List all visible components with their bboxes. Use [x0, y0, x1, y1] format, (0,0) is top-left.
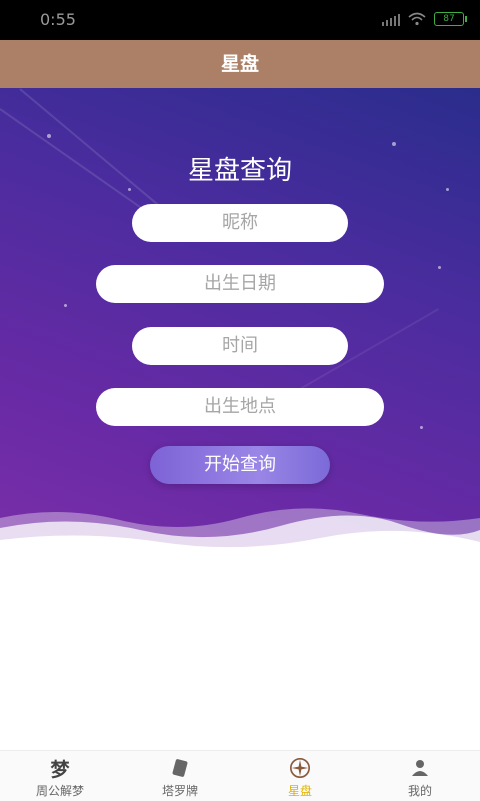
nav-item-dream[interactable]: 梦 周公解梦 — [0, 751, 120, 801]
nav-label-tarot: 塔罗牌 — [161, 784, 198, 798]
wifi-icon — [408, 12, 426, 26]
nav-item-tarot[interactable]: 塔罗牌 — [120, 751, 240, 801]
tarot-card-icon — [169, 757, 191, 779]
birth-date-input[interactable] — [96, 265, 384, 303]
person-icon — [409, 757, 431, 779]
compass-icon — [289, 757, 311, 779]
nav-label-dream: 周公解梦 — [35, 784, 84, 798]
decor-star — [392, 142, 396, 146]
battery-icon: 87 — [434, 12, 467, 26]
nav-label-astrolabe: 星盘 — [287, 784, 312, 798]
status-bar: 0:55 87 — [0, 0, 480, 40]
bottom-navigation: 梦 周公解梦 塔罗牌 星盘 我的 — [0, 750, 480, 801]
dream-icon: 梦 — [50, 758, 70, 781]
signal-icon — [382, 12, 400, 26]
nav-label-profile: 我的 — [407, 784, 432, 798]
nav-item-astrolabe[interactable]: 星盘 — [240, 751, 360, 801]
decor-star — [64, 304, 67, 307]
astrology-query-panel: 星盘查询 开始查询 — [0, 88, 480, 560]
decor-wave — [0, 508, 480, 560]
decor-star — [420, 426, 423, 429]
status-time: 0:55 — [40, 10, 76, 29]
status-icons: 87 — [382, 12, 467, 26]
query-title: 星盘查询 — [187, 156, 292, 186]
nav-item-profile[interactable]: 我的 — [360, 751, 480, 801]
nickname-input[interactable] — [132, 204, 348, 242]
decor-star — [446, 188, 449, 191]
birth-time-input[interactable] — [132, 327, 348, 365]
decor-star — [438, 266, 441, 269]
decor-star — [47, 134, 51, 138]
app-bar-title: 星盘 — [0, 40, 480, 88]
birth-place-input[interactable] — [96, 388, 384, 426]
decor-star — [128, 188, 131, 191]
decor-light-beam — [19, 88, 159, 206]
start-query-button[interactable]: 开始查询 — [150, 446, 330, 484]
